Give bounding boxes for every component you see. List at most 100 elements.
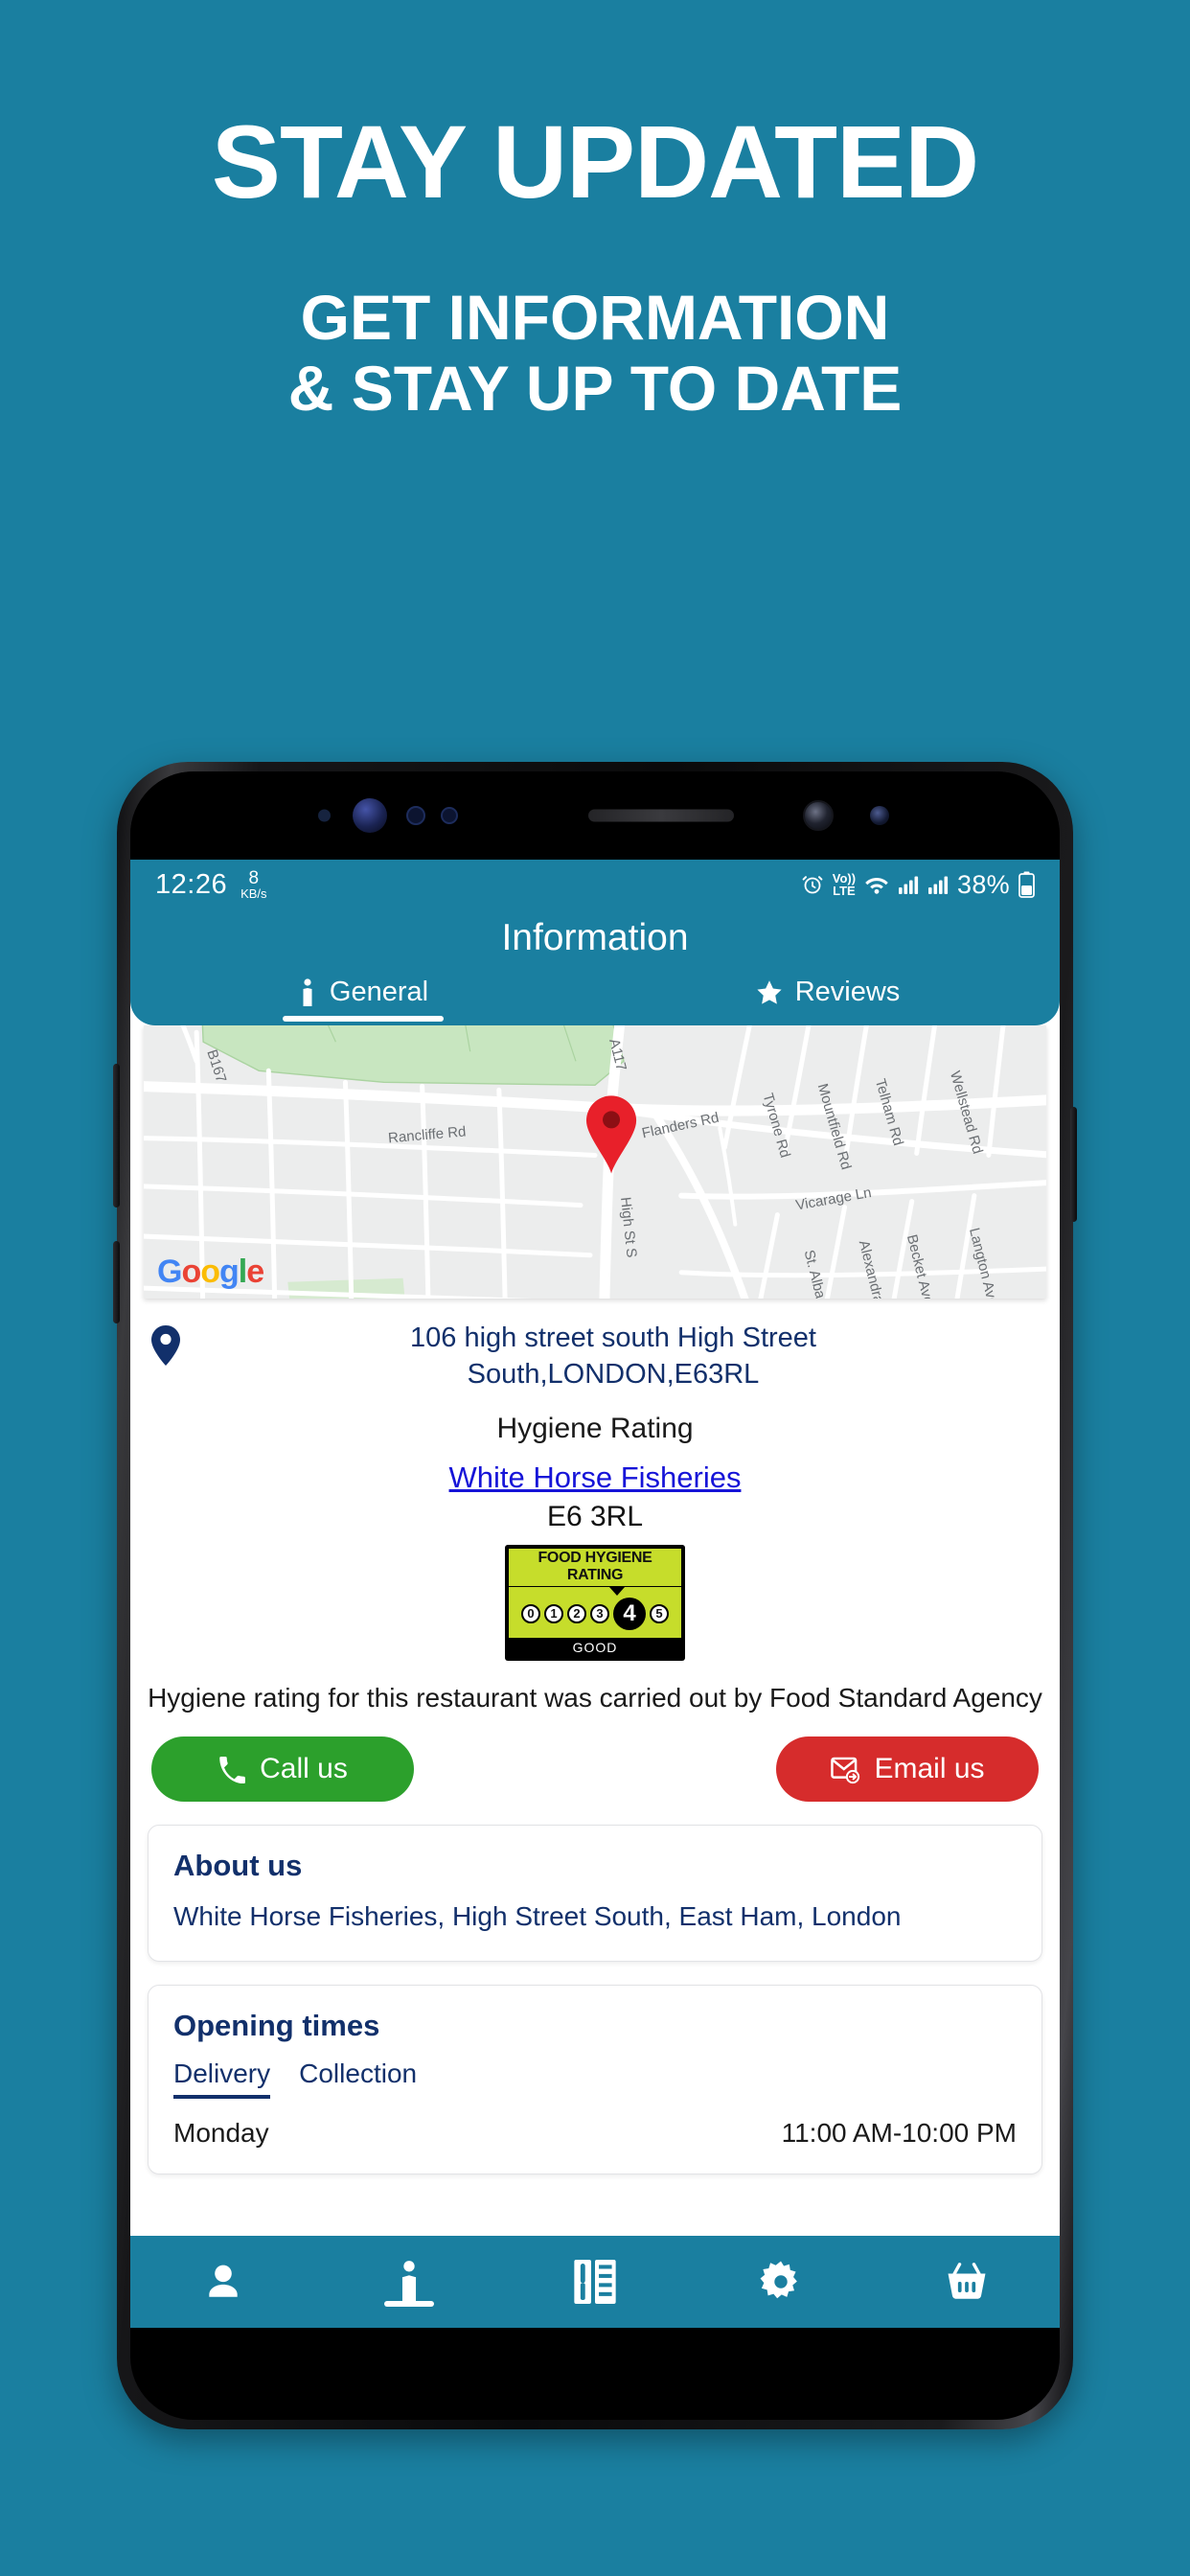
- nav-menu[interactable]: [502, 2236, 688, 2328]
- promo-subtitle-line2: & STAY UP TO DATE: [287, 353, 903, 425]
- sensor-icon: [441, 807, 458, 824]
- promo-banner: STAY UPDATED GET INFORMATION & STAY UP T…: [0, 0, 1190, 425]
- map-view[interactable]: B167 A117 Rancliffe Rd Flanders Rd Tyron…: [144, 1025, 1046, 1299]
- about-us-card: About us White Horse Fisheries, High Str…: [148, 1825, 1042, 1962]
- food-hygiene-rating-badge: FOOD HYGIENE RATING 0 1 2 3 4 5 GOOD: [505, 1544, 685, 1661]
- network-speed: 8 KB/s: [240, 869, 266, 900]
- app-screen: 12:26 8 KB/s Vo)) LTE 38% Information Ge…: [130, 860, 1060, 2328]
- info-icon: [395, 2260, 423, 2304]
- email-us-label: Email us: [874, 1753, 985, 1785]
- network-speed-unit: KB/s: [240, 886, 267, 901]
- google-letter-o1: o: [181, 1254, 201, 1290]
- opening-times-tabs: Delivery Collection: [173, 2058, 1017, 2099]
- google-letter-e: e: [246, 1254, 264, 1290]
- nav-active-indicator: [384, 2301, 434, 2307]
- nav-information[interactable]: [316, 2236, 502, 2328]
- google-letter-l: l: [238, 1254, 248, 1290]
- star-icon: [755, 978, 784, 1007]
- app-bar: 12:26 8 KB/s Vo)) LTE 38% Information Ge…: [130, 860, 1060, 1025]
- earpiece-speaker-icon: [588, 809, 734, 822]
- proximity-sensor-icon: [318, 809, 331, 822]
- about-us-title: About us: [173, 1849, 303, 1883]
- google-letter-o2: o: [200, 1254, 220, 1290]
- fhrs-header: FOOD HYGIENE RATING: [508, 1547, 682, 1587]
- fhrs-score-3: 3: [590, 1603, 609, 1623]
- network-speed-value: 8: [248, 868, 260, 888]
- tab-bar: General Reviews: [130, 977, 1060, 1022]
- email-icon: [830, 1754, 860, 1784]
- fhrs-score-4-selected: 4: [613, 1597, 646, 1630]
- google-letter-g: G: [157, 1254, 182, 1290]
- address-text: 106 high street south High Street South,…: [194, 1320, 1033, 1393]
- fhrs-score-2: 2: [567, 1603, 586, 1623]
- business-link[interactable]: White Horse Fisheries: [130, 1460, 1060, 1495]
- promo-title: STAY UPDATED: [211, 104, 979, 219]
- front-camera-icon: [803, 800, 834, 831]
- wifi-icon: [864, 874, 889, 895]
- tab-reviews[interactable]: Reviews: [595, 977, 1060, 1022]
- status-time: 12:26: [155, 868, 228, 900]
- opening-times-row: Monday 11:00 AM-10:00 PM: [173, 2118, 1017, 2149]
- assistant-button[interactable]: [113, 1241, 120, 1323]
- phone-icon: [217, 1755, 246, 1784]
- led-indicator-icon: [870, 806, 889, 825]
- about-us-body: White Horse Fisheries, High Street South…: [173, 1901, 902, 1932]
- opening-day: Monday: [173, 2117, 269, 2148]
- phone-sensor-bezel: [130, 771, 1060, 860]
- signal-bars-icon-1: [898, 874, 919, 895]
- volte-line2: LTE: [833, 884, 856, 898]
- power-button[interactable]: [1070, 1107, 1077, 1222]
- bottom-navigation: [130, 2236, 1060, 2328]
- alarm-icon: [801, 873, 824, 896]
- tab-general[interactable]: General: [130, 977, 595, 1022]
- location-pin-icon: [151, 1320, 194, 1370]
- fhrs-scores: 0 1 2 3 4 5: [508, 1586, 682, 1638]
- light-sensor-icon: [406, 806, 425, 825]
- opening-times-title: Opening times: [173, 2008, 380, 2042]
- call-us-button[interactable]: Call us: [151, 1736, 414, 1803]
- nav-basket[interactable]: [874, 2236, 1060, 2328]
- fhrs-footer: GOOD: [508, 1637, 682, 1658]
- volume-button[interactable]: [113, 1064, 120, 1208]
- hygiene-note: Hygiene rating for this restaurant was c…: [148, 1682, 1042, 1713]
- phone-mockup: 12:26 8 KB/s Vo)) LTE 38% Information Ge…: [113, 762, 1077, 2429]
- fhrs-score-0: 0: [521, 1603, 540, 1623]
- address-line-1: 106 high street south High Street: [410, 1322, 816, 1353]
- google-logo: Google: [157, 1254, 264, 1291]
- action-buttons: Call us Email us: [130, 1715, 1060, 1803]
- nav-account[interactable]: [130, 2236, 316, 2328]
- hygiene-heading: Hygiene Rating: [496, 1412, 694, 1444]
- menu-card-icon: [574, 2260, 616, 2304]
- phone-screen-area: 12:26 8 KB/s Vo)) LTE 38% Information Ge…: [130, 771, 1060, 2420]
- tab-active-indicator: [282, 1016, 444, 1022]
- status-bar: 12:26 8 KB/s Vo)) LTE 38%: [130, 860, 1060, 909]
- tab-reviews-label: Reviews: [794, 977, 901, 1007]
- battery-icon: [1018, 871, 1035, 898]
- info-icon: [297, 978, 318, 1008]
- promo-subtitle-line1: GET INFORMATION: [300, 282, 890, 354]
- volte-icon: Vo)) LTE: [833, 872, 856, 897]
- signal-bars-icon-2: [927, 874, 949, 895]
- email-us-button[interactable]: Email us: [776, 1736, 1039, 1803]
- promo-subtitle: GET INFORMATION & STAY UP TO DATE: [0, 282, 1190, 425]
- fhrs-arrow-icon: [608, 1586, 625, 1596]
- tab-general-label: General: [329, 977, 429, 1007]
- basket-icon: [946, 2261, 988, 2303]
- map-canvas: B167 A117 Rancliffe Rd Flanders Rd Tyron…: [144, 1025, 1046, 1299]
- address-line-2: South,LONDON,E63RL: [467, 1359, 760, 1391]
- tab-collection[interactable]: Collection: [299, 2058, 417, 2099]
- status-icons: Vo)) LTE 38%: [801, 870, 1035, 900]
- postcode: E6 3RL: [546, 1500, 644, 1532]
- page-title: Information: [501, 917, 689, 958]
- person-icon: [202, 2261, 244, 2303]
- fhrs-score-1: 1: [544, 1603, 563, 1623]
- gear-icon: [759, 2260, 803, 2304]
- address-block: 106 high street south High Street South,…: [130, 1299, 1060, 1393]
- battery-percent: 38%: [957, 869, 1010, 899]
- opening-hours: 11:00 AM-10:00 PM: [781, 2117, 1017, 2148]
- fhrs-score-5: 5: [650, 1603, 669, 1623]
- nav-settings[interactable]: [688, 2236, 874, 2328]
- opening-times-card: Opening times Delivery Collection Monday…: [148, 1984, 1042, 2174]
- iris-scanner-icon: [353, 798, 387, 833]
- tab-delivery[interactable]: Delivery: [173, 2058, 271, 2099]
